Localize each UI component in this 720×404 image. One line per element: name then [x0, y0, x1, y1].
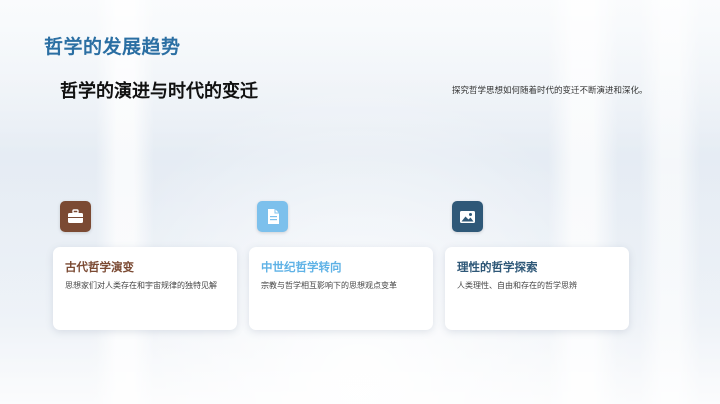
card-text: 思想家们对人类存在和宇宙规律的独特见解	[65, 281, 217, 290]
background-haze	[0, 0, 720, 404]
card-title: 古代哲学演变	[65, 260, 134, 274]
card-title: 理性的哲学探索	[457, 260, 538, 274]
info-card: 理性的哲学探索 人类理性、自由和存在的哲学思辨	[445, 247, 629, 330]
image-icon	[452, 201, 483, 232]
info-card: 古代哲学演变 思想家们对人类存在和宇宙规律的独特见解	[53, 247, 237, 330]
section-title: 哲学的发展趋势	[44, 36, 181, 58]
info-card: 中世纪哲学转向 宗教与哲学相互影响下的思想观点变革	[249, 247, 433, 330]
card-text: 宗教与哲学相互影响下的思想观点变革	[261, 281, 397, 290]
document-icon	[257, 201, 288, 232]
main-heading: 哲学的演进与时代的变迁	[60, 81, 258, 102]
card-text: 人类理性、自由和存在的哲学思辨	[457, 281, 577, 290]
description-text: 探究哲学思想如何随着时代的变迁不断演进和深化。	[452, 86, 648, 96]
briefcase-icon	[60, 201, 91, 232]
card-title: 中世纪哲学转向	[261, 260, 342, 274]
